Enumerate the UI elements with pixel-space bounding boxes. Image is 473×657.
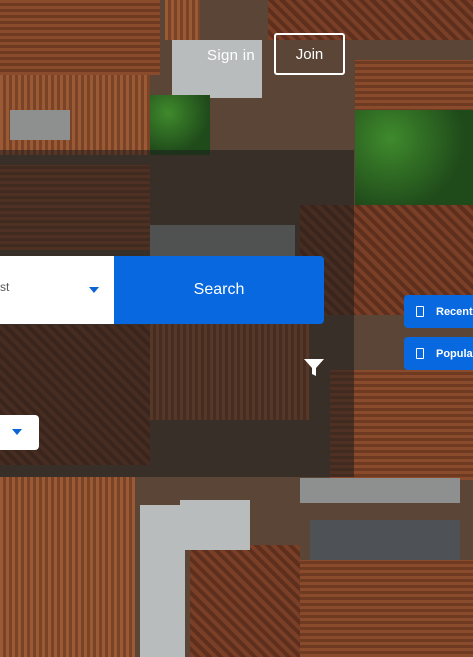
popular-button[interactable]: Popular bbox=[404, 337, 473, 370]
roof-tile bbox=[355, 60, 473, 115]
recent-button[interactable]: Recent bbox=[404, 295, 473, 328]
roof-metal bbox=[140, 505, 185, 657]
sign-in-link[interactable]: Sign in bbox=[198, 34, 264, 76]
roof-metal bbox=[300, 478, 460, 503]
roof-metal bbox=[310, 520, 460, 560]
roof-tile bbox=[165, 0, 200, 40]
search-category-value: st bbox=[0, 280, 10, 294]
roof-metal bbox=[10, 110, 70, 140]
tree bbox=[150, 95, 210, 155]
document-icon bbox=[416, 348, 424, 359]
chevron-down-icon bbox=[12, 429, 22, 435]
search-category-select[interactable]: st bbox=[0, 256, 114, 324]
join-button[interactable]: Join bbox=[274, 33, 345, 75]
document-icon bbox=[416, 306, 424, 317]
roof-tile bbox=[0, 0, 160, 75]
roof-tile bbox=[300, 560, 473, 657]
recent-label: Recent bbox=[436, 305, 473, 318]
chevron-down-icon bbox=[89, 287, 99, 293]
search-button[interactable]: Search bbox=[114, 256, 324, 324]
roof-metal bbox=[180, 500, 250, 550]
filter-icon[interactable] bbox=[303, 358, 325, 378]
secondary-select[interactable] bbox=[0, 415, 39, 450]
tree bbox=[355, 110, 473, 205]
roof-tile bbox=[0, 477, 135, 657]
roof-tile bbox=[190, 545, 300, 657]
popular-label: Popular bbox=[436, 347, 473, 360]
